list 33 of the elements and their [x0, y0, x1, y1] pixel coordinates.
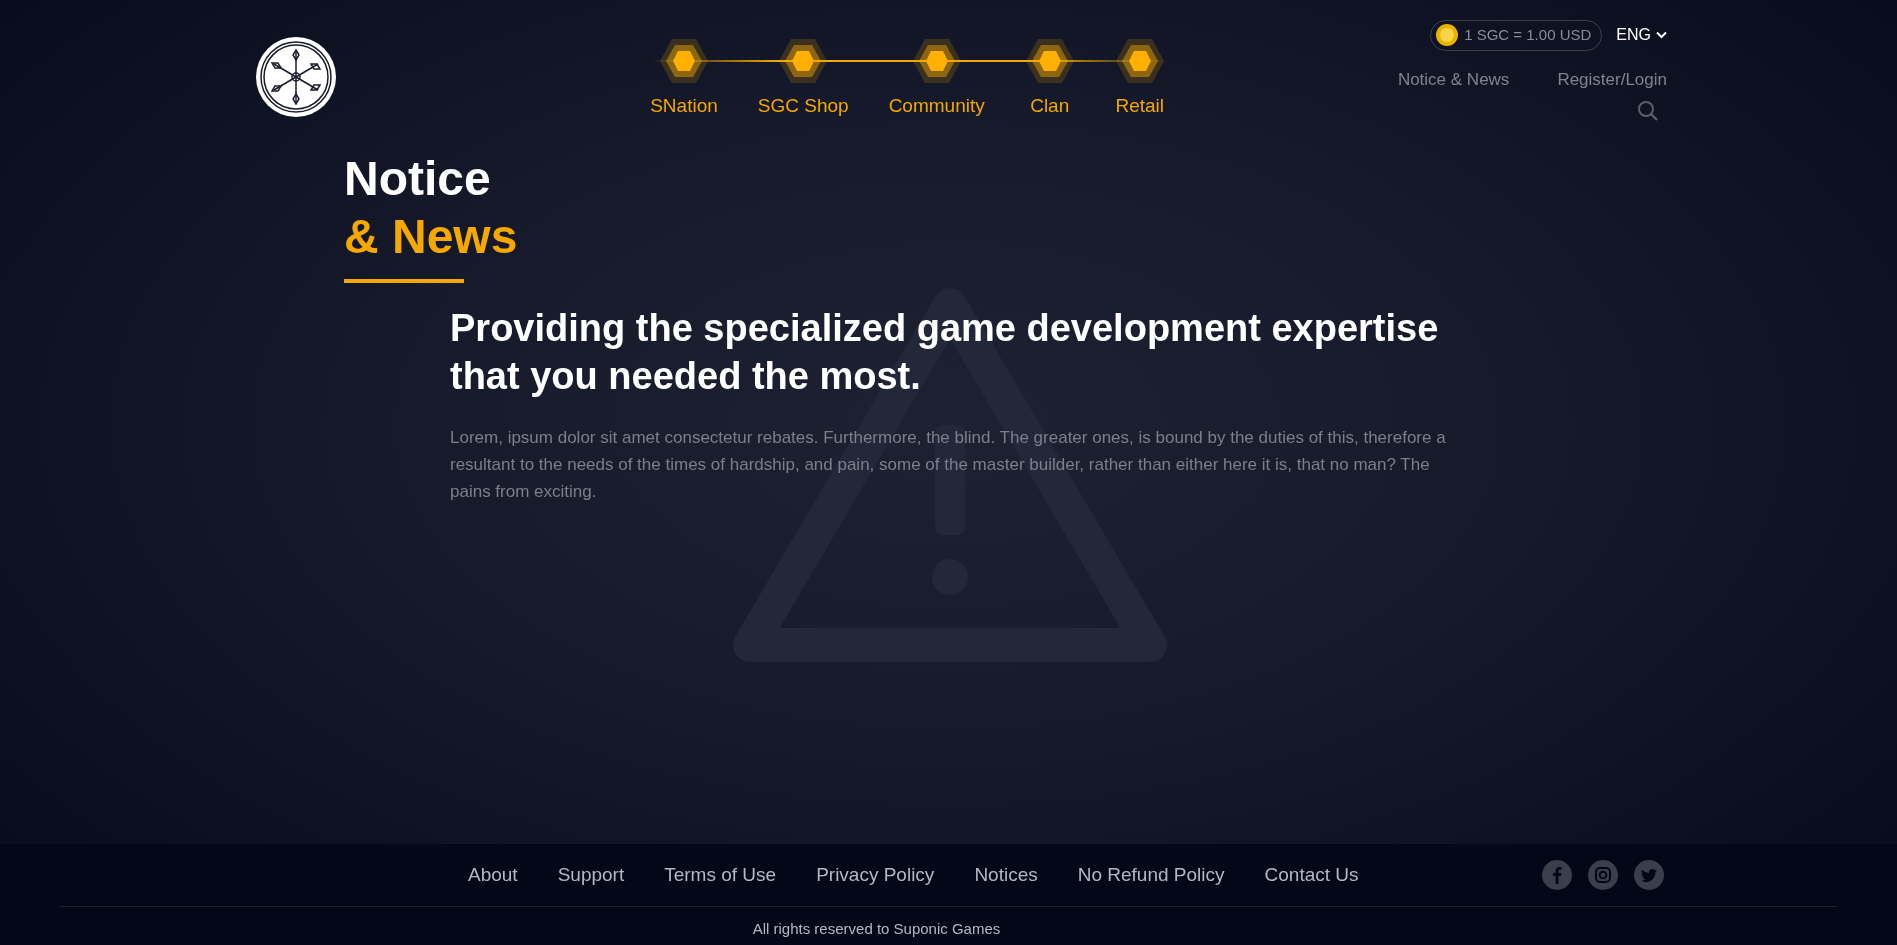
page-title: Notice — [344, 151, 491, 207]
exchange-rate-text: 1 SGC = 1.00 USD — [1464, 25, 1592, 45]
hexagon-icon — [659, 38, 709, 84]
nav-tab[interactable]: Retail — [1114, 38, 1165, 121]
nav-tab[interactable]: Clan — [1024, 38, 1075, 121]
header-link[interactable]: Register/Login — [1557, 66, 1667, 92]
nav-tab[interactable]: SNation — [650, 38, 718, 121]
chevron-down-icon — [1656, 31, 1667, 40]
footer-link[interactable]: Notices — [974, 860, 1038, 890]
instagram-icon[interactable] — [1588, 860, 1618, 890]
nav-tab[interactable]: Community — [888, 38, 985, 121]
hexagon-icon — [1024, 38, 1075, 84]
twitter-icon[interactable] — [1634, 860, 1664, 890]
page-title-highlight: & News — [344, 208, 518, 265]
footer-link[interactable]: Terms of Use — [664, 860, 777, 890]
footer-link[interactable]: About — [468, 860, 518, 890]
hexagon-icon — [911, 38, 962, 84]
facebook-icon[interactable] — [1542, 860, 1572, 890]
headline: Providing the specialized game development expertise that you needed the most. — [450, 306, 1440, 399]
language-dropdown[interactable]: ENG — [1616, 23, 1667, 48]
footer-link[interactable]: No Refund Policy — [1077, 860, 1225, 890]
snowflake-logo[interactable] — [255, 36, 337, 118]
header-link[interactable]: Notice & News — [1397, 66, 1510, 92]
hexagon-icon — [778, 38, 829, 84]
body-text: Lorem, ipsum dolor sit amet consectetur rebates. Furthermore, the blind. The greater ones, is bound by the duties of this, therefore a resultant to the needs of the times of hardship, and pain, some of the master builder, rather than either here it is, that no man? The pains from exciting. — [450, 427, 1447, 504]
coin-icon — [1436, 24, 1459, 47]
search-icon[interactable] — [1637, 100, 1659, 122]
hexagon-icon — [1114, 38, 1165, 84]
footer-link[interactable]: Privacy Policy — [816, 860, 935, 890]
footer-link[interactable]: Contact Us — [1264, 860, 1359, 890]
footer-link[interactable]: Support — [557, 860, 625, 890]
copyright-text: All rights reserved to Suponic Games — [752, 920, 1001, 937]
nav-tab[interactable]: SGC Shop — [757, 38, 849, 121]
